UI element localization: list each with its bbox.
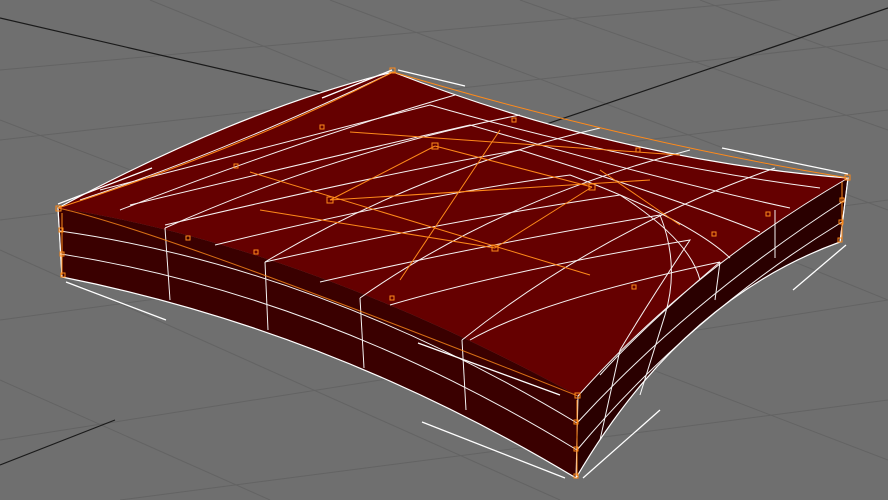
viewport-scene[interactable] bbox=[0, 0, 888, 500]
grid-line bbox=[0, 0, 783, 71]
deformed-box-object[interactable] bbox=[57, 71, 849, 479]
grid-line bbox=[519, 0, 888, 131]
perspective-viewport[interactable] bbox=[0, 0, 888, 500]
grid-line bbox=[0, 379, 271, 500]
grid-line bbox=[699, 0, 888, 71]
axis-line bbox=[0, 419, 116, 466]
